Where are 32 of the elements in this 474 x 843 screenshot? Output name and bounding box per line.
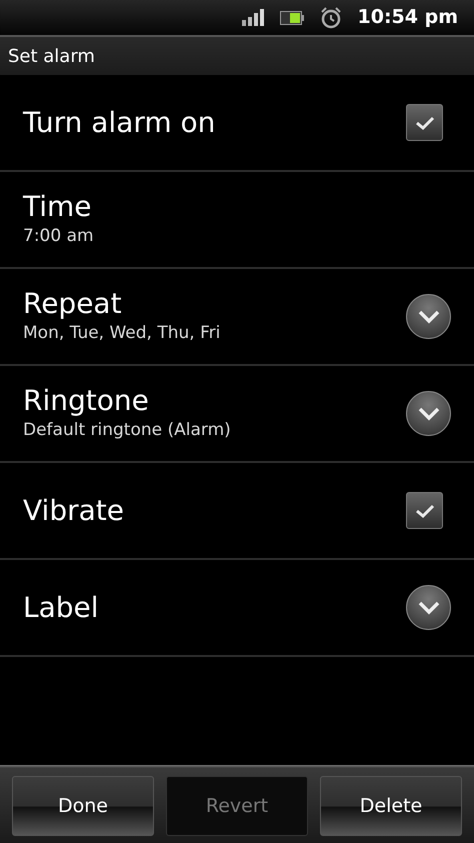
setting-row[interactable]: Vibrate — [0, 463, 474, 560]
screen-title: Set alarm — [8, 44, 95, 68]
setting-title: Ringtone — [23, 384, 150, 418]
action-button[interactable]: Done — [12, 776, 154, 836]
setting-title: Repeat — [23, 286, 123, 321]
checkbox[interactable] — [406, 492, 443, 529]
chevron-down-icon — [418, 600, 440, 614]
battery-icon — [280, 10, 304, 24]
setting-title: Time — [23, 190, 93, 224]
setting-row[interactable]: Label — [0, 560, 474, 657]
clock-time: 10:54 pm — [358, 5, 458, 30]
dropdown-button[interactable] — [406, 391, 451, 436]
checkmark-icon — [414, 114, 434, 130]
checkmark-icon — [414, 502, 434, 518]
setting-row[interactable]: Turn alarm on — [0, 75, 474, 172]
setting-title: Label — [23, 590, 99, 624]
setting-row[interactable]: Repeat Mon, Tue, Wed, Thu, Fri — [0, 269, 474, 366]
dropdown-button[interactable] — [406, 585, 451, 630]
setting-summary: Default ringtone (Alarm) — [23, 418, 231, 442]
alarm-clock-icon — [320, 6, 342, 28]
chevron-down-icon — [418, 310, 440, 324]
setting-row[interactable]: Time 7:00 am — [0, 172, 474, 269]
action-button[interactable]: Delete — [320, 776, 462, 836]
setting-row[interactable]: Ringtone Default ringtone (Alarm) — [0, 366, 474, 463]
setting-summary: 7:00 am — [23, 224, 94, 248]
signal-icon — [242, 9, 264, 26]
setting-title: Vibrate — [23, 494, 124, 528]
setting-summary: Mon, Tue, Wed, Thu, Fri — [23, 322, 220, 345]
checkbox[interactable] — [406, 104, 443, 141]
dropdown-button[interactable] — [406, 294, 451, 339]
setting-title: Turn alarm on — [23, 106, 216, 140]
chevron-down-icon — [418, 406, 440, 420]
